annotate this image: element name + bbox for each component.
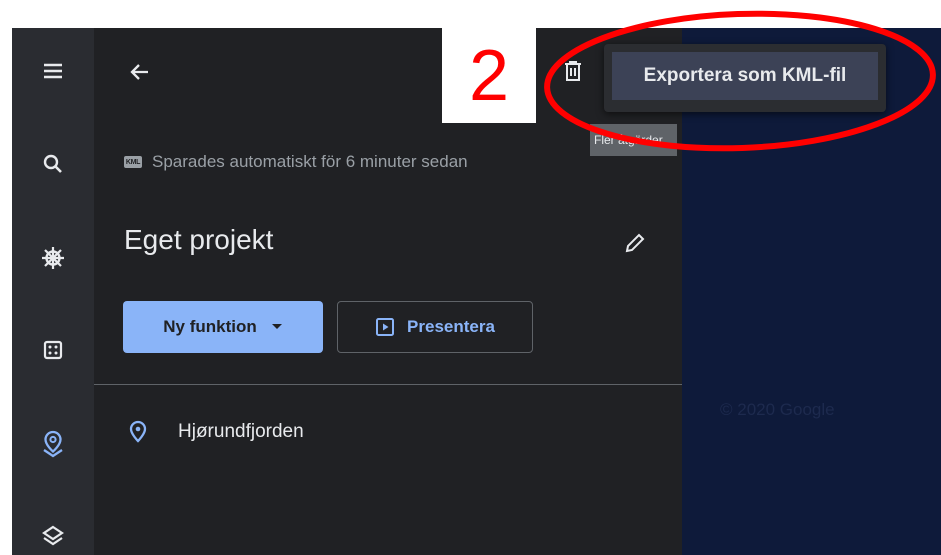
new-feature-button[interactable]: Ny funktion: [123, 301, 323, 353]
search-icon: [43, 154, 62, 173]
kml-badge-icon: KML: [124, 156, 142, 168]
layers-icon: [42, 525, 64, 546]
export-kml-menu-item[interactable]: Exportera som KML-fil: [612, 52, 878, 100]
layers-button[interactable]: [33, 516, 73, 555]
trash-icon: [565, 61, 581, 81]
divider: [94, 384, 682, 385]
menu-icon: [44, 63, 62, 79]
place-pin-icon: [129, 420, 147, 443]
arrow-left-icon: [130, 64, 148, 80]
map-copyright: © 2020 Google: [720, 400, 835, 419]
edit-title-button[interactable]: [618, 226, 652, 260]
step-number-label: 2: [442, 28, 536, 123]
new-feature-label: Ny funktion: [163, 317, 257, 336]
menu-button[interactable]: [33, 51, 73, 91]
more-actions-menu: Exportera som KML-fil: [604, 44, 886, 112]
autosave-status: KML Sparades automatiskt för 6 minuter s…: [124, 152, 468, 172]
project-panel: KML Sparades automatiskt för 6 minuter s…: [94, 28, 682, 555]
voyager-button[interactable]: [33, 238, 73, 278]
dice-icon: [43, 340, 63, 360]
more-actions-tooltip: Fler åtgärder: [590, 124, 677, 156]
steering-wheel-icon: [42, 247, 64, 269]
search-button[interactable]: [33, 144, 73, 184]
present-label: Presentera: [407, 317, 495, 336]
present-button[interactable]: Presentera: [337, 301, 533, 353]
delete-button[interactable]: [558, 56, 588, 86]
projects-button[interactable]: [33, 424, 73, 464]
autosave-text: Sparades automatiskt för 6 minuter sedan: [152, 152, 468, 171]
projects-pin-icon: [43, 430, 63, 458]
caret-down-icon: [271, 324, 282, 329]
play-slide-icon: [376, 318, 395, 336]
random-button[interactable]: [33, 330, 73, 370]
feature-name: Hjørundfjorden: [178, 421, 304, 442]
project-title: Eget projekt: [124, 224, 274, 255]
side-rail: [12, 28, 94, 555]
pencil-icon: [625, 233, 645, 253]
back-button[interactable]: [122, 54, 158, 90]
app-window: KML Sparades automatiskt för 6 minuter s…: [12, 28, 941, 555]
feature-list-item[interactable]: Hjørundfjorden: [128, 420, 304, 444]
